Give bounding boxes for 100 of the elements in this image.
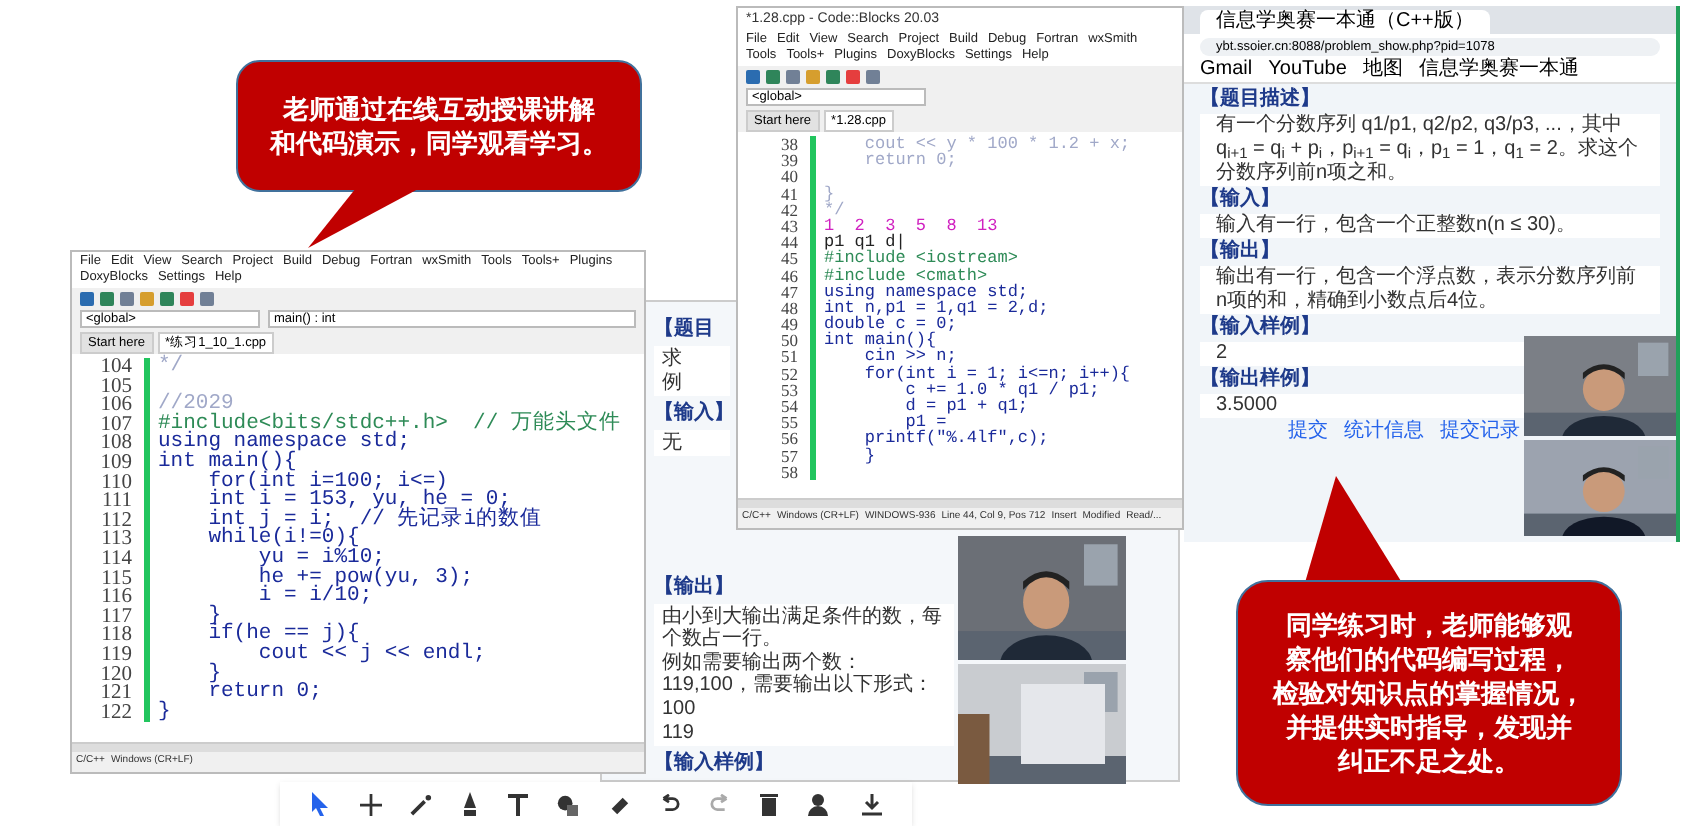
bookmark-link[interactable]: YouTube [1268,58,1347,82]
code-line: 1 2 3 5 8 13 [824,217,998,235]
code-line: cin >> n; [862,348,957,366]
body-text: 求 [662,348,682,370]
body-text: 无 [662,432,682,454]
section-heading: 【输入样例】 [654,752,774,774]
section-heading: 【输出】 [1200,240,1282,264]
line-number: 40 [779,168,800,186]
undo-icon[interactable] [658,794,681,814]
code-line: */ [824,201,845,218]
body-text: 2 [1216,342,1230,366]
line-number: 116 [99,588,134,608]
line-number: 50 [779,332,800,349]
line-number: 104 [98,358,134,378]
line-number: 118 [99,626,134,646]
line-number: 114 [99,549,134,570]
bookmark-link[interactable]: 信息学奥赛一本通 [1418,58,1579,82]
horizontal-scrollbar[interactable] [738,498,1182,508]
section-heading: 【输入】 [654,402,734,424]
line-number: 122 [98,703,134,723]
code-line: int n,p1 = 1,q1 = 2,d; [824,299,1049,317]
code-line: cout << y * 100 * 1.2 + x; [862,136,1131,153]
line-number: 38 [779,136,800,153]
bookmark-link[interactable]: 地图 [1362,58,1403,82]
page-link[interactable]: 统计信息 [1344,420,1424,444]
code-line: c += 1.0 * q1 / p1; [905,381,1100,399]
line-number: 113 [99,530,134,550]
callout-text: 老师通过在线互动授课讲解 和代码演示，同学观看学习。 [270,92,608,160]
line-number: 108 [98,434,134,454]
code-line: printf("%.4lf",c); [862,430,1049,448]
line-number: 121 [98,684,134,704]
line-number: 55 [779,414,800,431]
body-text: 例如需要输出两个数：119,100，需要输出以下形式： [662,652,935,696]
body-text: 有一个分数序列 q1/p1, q2/p2, q3/p3, ...，其中q$_{i+1}$ = q$_{i}$ + p$_{i}$，p$_{i+1}$ = q$_{i}$，p$_{1}$ = 1，q$_{1}$ = 2。求这个分数序列前n项之和。 [1216,114,1640,186]
code-line: i = i/10; [256,588,373,608]
line-number: 57 [779,447,800,464]
line-number: 47 [779,283,800,300]
section-heading: 【题目描述】 [1200,88,1322,112]
line-number: 119 [99,645,134,665]
body-text: 输入有一行，包含一个正整数n(n ≤ 30)。 [1216,214,1578,238]
section-heading: 【输入样例】 [1200,316,1322,340]
body-text: 119 [662,722,694,744]
code-line: while(i!=0){ [206,530,360,550]
pointer-icon[interactable] [310,792,331,816]
line-number: 54 [779,398,800,415]
body-text: 3.5000 [1216,394,1280,418]
body-text: 输出有一行，包含一个浮点数，表示分数序列前n项的和，精确到小数点后4位。 [1216,266,1638,314]
line-number: 58 [779,463,800,480]
line-number: 105 [98,377,134,397]
callout-text: 同学练习时，老师能够观 察他们的代码编写过程， 检验对知识点的掌握情况， 并提供实时指导，发现并 纠正不足之处。 [1273,608,1585,778]
code-line: p1 = [905,414,947,431]
line-number: 49 [779,316,800,333]
line-number: 117 [99,607,134,627]
code-line: int main(){ [824,332,937,349]
bookmark-link[interactable]: Gmail [1200,58,1253,82]
line-number: 106 [98,396,134,416]
section-heading: 【输入】 [1200,188,1282,212]
line-number: 109 [98,453,134,474]
line-number: 51 [779,348,800,366]
code-line: #include <cmath> [824,267,988,284]
browser-tab[interactable]: 信息学奥赛一本通（C++版） [1200,10,1490,34]
download-icon[interactable] [861,793,882,815]
section-heading: 【输出】 [654,576,734,598]
body-text: 由小到大输出满足条件的数，每个数占一行。 [662,606,944,650]
code-line: } [206,607,222,627]
page-link[interactable]: 提交 [1288,420,1328,444]
code-line: } [206,665,222,685]
move-icon[interactable] [359,793,382,815]
code-line: return 0; [862,152,957,169]
line-number: 56 [779,430,800,448]
body-text: 100 [662,698,696,720]
line-number: 48 [779,299,800,317]
code-line: d = p1 + q1; [903,398,1029,415]
horizontal-scrollbar[interactable] [72,742,644,752]
code-line: if(he == j){ [206,626,360,646]
code-line: double c = 0; [824,316,957,333]
section-heading: 【题目 [654,318,714,340]
code-line: using namespace std; [158,434,411,454]
shapes-icon[interactable] [556,793,579,815]
line-number: 46 [779,267,800,284]
code-line: for(int i = 1; i<=n; i++){ [862,365,1131,382]
line-number: 111 [100,492,134,512]
line-number: 45 [779,250,800,268]
code-line: using namespace std; [824,283,1029,300]
magic-wand-icon[interactable] [410,793,433,815]
line-number: 52 [779,365,800,382]
pen-icon[interactable] [462,792,479,816]
line-number: 115 [99,569,134,589]
redo-icon[interactable] [709,794,732,814]
person-icon[interactable] [808,793,833,815]
code-line: for(int i=100; i<=) [206,473,448,493]
section-heading: 【输出样例】 [1200,368,1322,392]
code-line: return 0; [206,684,322,704]
page-link[interactable]: 提交记录 [1440,420,1520,444]
code-line: #include <iostream> [824,250,1018,268]
eraser-icon[interactable] [607,793,630,815]
code-line: p1 q1 d| [824,234,906,251]
line-number: 42 [779,201,800,218]
trash-icon[interactable] [760,793,779,815]
text-tool-icon[interactable] [507,793,528,815]
